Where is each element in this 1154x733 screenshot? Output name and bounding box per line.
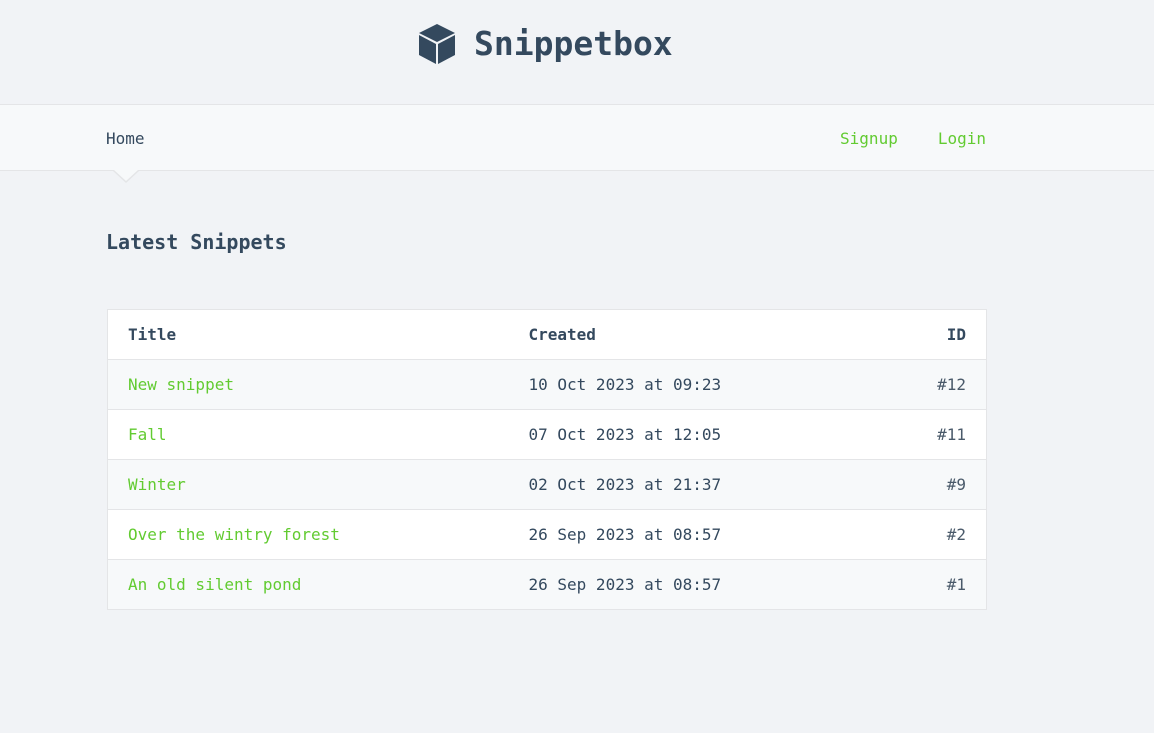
column-header-id: ID — [876, 309, 987, 360]
table-row: New snippet 10 Oct 2023 at 09:23 #12 — [107, 359, 987, 410]
nav-active-caret — [114, 170, 138, 181]
column-header-title: Title — [107, 309, 509, 360]
nav-signup-link[interactable]: Signup — [840, 129, 898, 149]
page-title: Latest Snippets — [106, 230, 287, 254]
table-row: An old silent pond 26 Sep 2023 at 08:57 … — [107, 559, 987, 610]
snippets-table: Title Created ID New snippet 10 Oct 2023… — [107, 309, 987, 610]
snippet-title-link[interactable]: Over the wintry forest — [128, 525, 340, 544]
snippet-title-link[interactable]: Fall — [128, 425, 167, 444]
table-row: Winter 02 Oct 2023 at 21:37 #9 — [107, 459, 987, 510]
snippet-id-cell: #12 — [876, 359, 987, 410]
snippet-title-cell: New snippet — [107, 359, 509, 410]
nav-auth-links: Signup Login — [840, 129, 986, 149]
snippet-created-cell: 26 Sep 2023 at 08:57 — [508, 509, 877, 560]
nav-home-link[interactable]: Home — [106, 129, 145, 149]
table-header-row: Title Created ID — [107, 309, 987, 360]
cube-icon — [418, 23, 456, 65]
column-header-created: Created — [508, 309, 877, 360]
snippet-title-link[interactable]: New snippet — [128, 375, 234, 394]
snippet-title-link[interactable]: Winter — [128, 475, 186, 494]
brand-link[interactable]: Snippetbox — [418, 22, 673, 66]
snippet-id-cell: #11 — [876, 409, 987, 460]
snippet-created-cell: 10 Oct 2023 at 09:23 — [508, 359, 877, 410]
nav-login-link[interactable]: Login — [938, 129, 986, 149]
snippet-created-cell: 26 Sep 2023 at 08:57 — [508, 559, 877, 610]
snippet-title-link[interactable]: An old silent pond — [128, 575, 301, 594]
snippet-title-cell: Over the wintry forest — [107, 509, 509, 560]
site-header: Snippetbox — [0, 0, 1154, 104]
brand-name: Snippetbox — [474, 24, 673, 63]
snippet-id-cell: #1 — [876, 559, 987, 610]
snippet-created-cell: 07 Oct 2023 at 12:05 — [508, 409, 877, 460]
main-nav: Home Signup Login — [0, 104, 1154, 183]
table-row: Fall 07 Oct 2023 at 12:05 #11 — [107, 409, 987, 460]
snippet-title-cell: An old silent pond — [107, 559, 509, 610]
snippet-created-cell: 02 Oct 2023 at 21:37 — [508, 459, 877, 510]
snippet-title-cell: Winter — [107, 459, 509, 510]
snippet-id-cell: #2 — [876, 509, 987, 560]
table-row: Over the wintry forest 26 Sep 2023 at 08… — [107, 509, 987, 560]
snippet-id-cell: #9 — [876, 459, 987, 510]
snippet-title-cell: Fall — [107, 409, 509, 460]
